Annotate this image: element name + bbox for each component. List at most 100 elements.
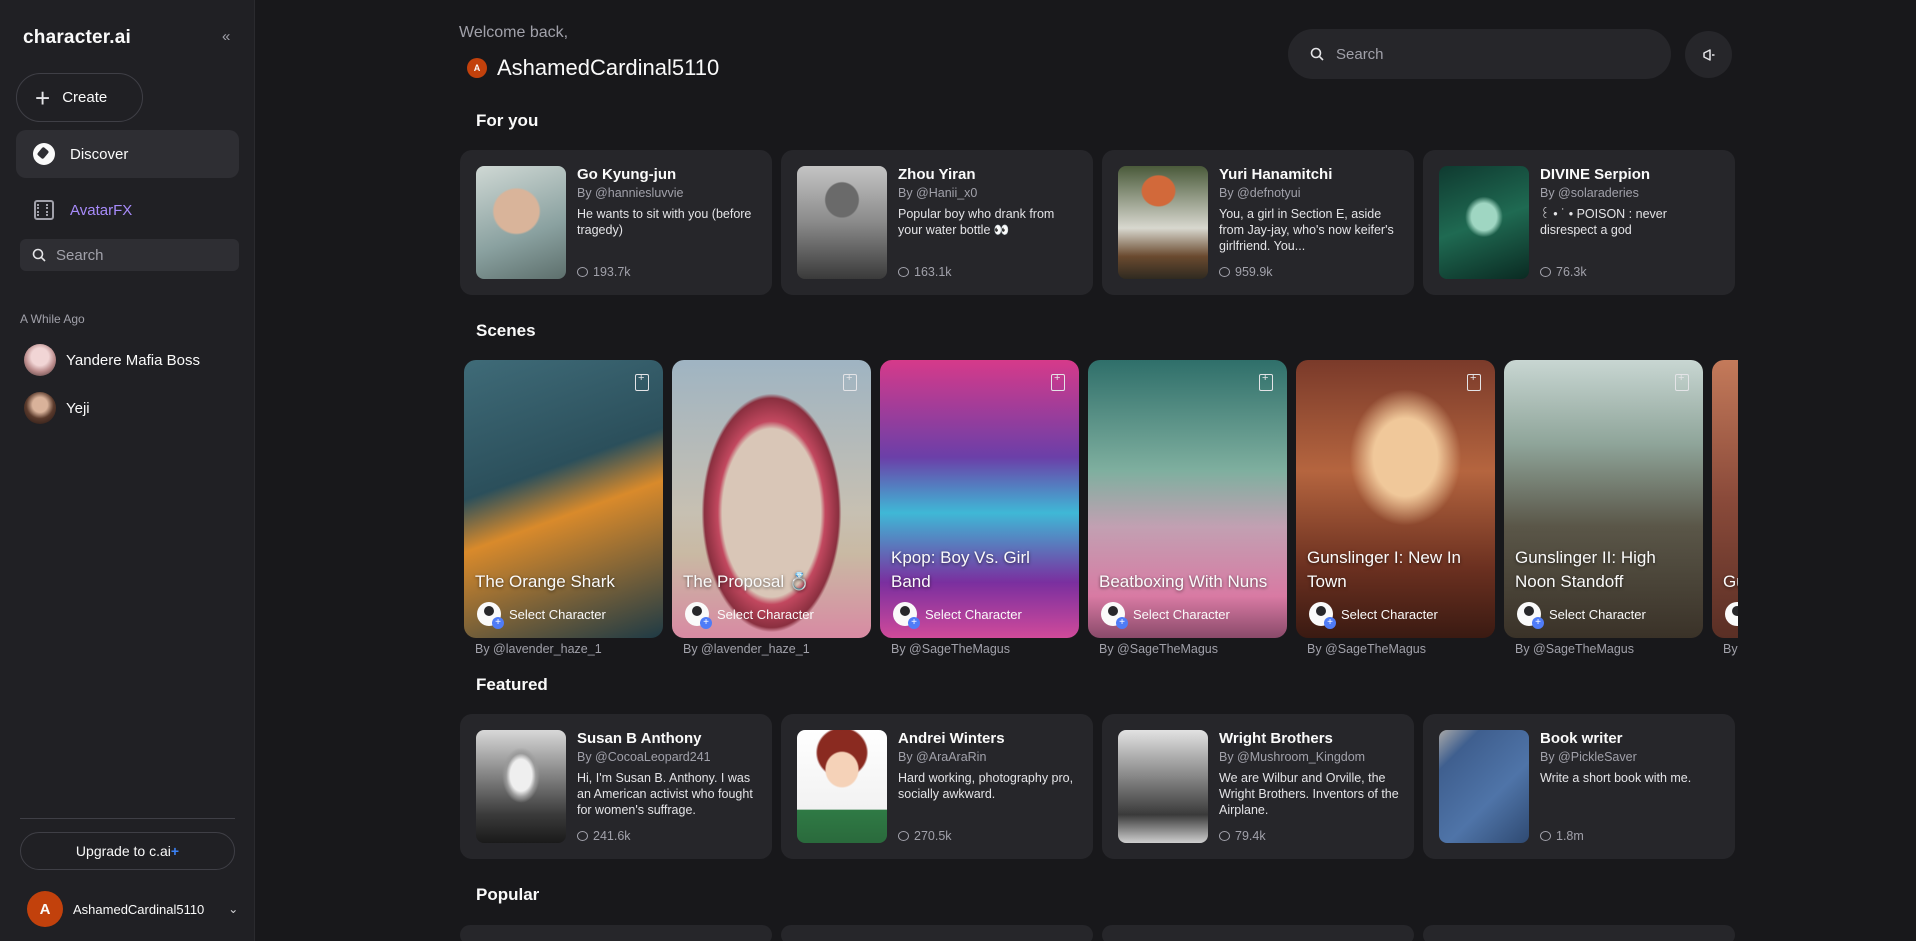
bookmark-add-icon[interactable] (1467, 372, 1481, 391)
upgrade-button[interactable]: Upgrade to c.ai + (20, 832, 235, 870)
select-character-button[interactable]: Select Character (1517, 602, 1646, 629)
scene-title: The Proposal 💍 (683, 572, 811, 591)
sidebar-search-input[interactable] (56, 246, 226, 264)
scene-card[interactable]: Gunslinger I: New In Town Select Charact… (1296, 360, 1495, 656)
select-character-button[interactable]: Select Character (477, 602, 606, 629)
scene-title: Gunslinger I: New In Town (1307, 548, 1462, 591)
character-author: By @CocoaLeopard241 (577, 750, 711, 764)
avatar: A (467, 58, 487, 78)
greeting-user: A AshamedCardinal5110 (467, 55, 719, 81)
section-title-scenes: Scenes (476, 321, 536, 340)
recent-chat-item[interactable]: Yeji (24, 392, 90, 424)
scene-image: Gu Ca (1712, 360, 1738, 638)
logo[interactable]: character.ai (23, 27, 131, 49)
character-avatar (797, 166, 887, 279)
chat-count: 959.9k (1219, 265, 1273, 279)
scene-title: Gu Ca (1723, 572, 1738, 591)
scene-card[interactable]: The Proposal 💍 Select Character By @lave… (672, 360, 871, 656)
chat-count: 193.7k (577, 265, 631, 279)
bookmark-add-icon[interactable] (843, 372, 857, 391)
chevrons-left-icon[interactable]: « (222, 28, 230, 45)
bookmark-add-icon[interactable] (1259, 372, 1273, 391)
section-title-featured: Featured (476, 675, 548, 694)
bookmark-add-icon[interactable] (1675, 372, 1689, 391)
character-description: ꒰ • ˙ • POISON : never disrespect a god (1540, 207, 1667, 237)
sidebar-search (20, 239, 239, 271)
divider (20, 818, 235, 819)
character-card[interactable]: Susan B Anthony By @CocoaLeopard241 Hi, … (460, 714, 772, 859)
character-card[interactable]: Andrei Winters By @AraAraRin Hard workin… (781, 714, 1093, 859)
bookmark-add-icon[interactable] (635, 372, 649, 391)
nav-avatarfx[interactable]: AvatarFX (16, 186, 239, 234)
recent-chat-name: Yeji (66, 399, 90, 417)
character-card[interactable] (1102, 925, 1414, 941)
search-icon (1310, 47, 1324, 61)
chat-bubble-icon (898, 831, 909, 841)
user-add-icon (893, 602, 920, 629)
scene-card[interactable]: The Orange Shark Select Character By @la… (464, 360, 663, 656)
select-character-label: Select Character (717, 606, 814, 622)
chat-count: 270.5k (898, 829, 952, 843)
character-card[interactable]: Wright Brothers By @Mushroom_Kingdom We … (1102, 714, 1414, 859)
character-card[interactable] (781, 925, 1093, 941)
user-add-icon (1309, 602, 1336, 629)
select-character-button[interactable] (1725, 602, 1738, 626)
character-name: Go Kyung-jun (577, 166, 677, 183)
character-name: Andrei Winters (898, 730, 1005, 747)
character-name: Book writer (1540, 730, 1623, 747)
scene-card[interactable]: Gunslinger II: High Noon Standoff Select… (1504, 360, 1703, 656)
scene-card[interactable]: Gu Ca By (1712, 360, 1738, 656)
select-character-button[interactable]: Select Character (685, 602, 814, 629)
character-avatar (1439, 730, 1529, 843)
chevron-down-icon: ⌄ (228, 902, 239, 916)
scene-card[interactable]: Kpop: Boy Vs. Girl Band Select Character… (880, 360, 1079, 656)
user-add-icon (1101, 602, 1128, 629)
popular-row (460, 925, 1735, 941)
select-character-button[interactable]: Select Character (1309, 602, 1438, 629)
scene-author: By @SageTheMagus (1307, 642, 1427, 656)
nav-avatarfx-label: AvatarFX (70, 201, 133, 219)
scene-author: By @lavender_haze_1 (683, 642, 810, 656)
chat-bubble-icon (1219, 267, 1230, 277)
upgrade-plus: + (170, 843, 180, 859)
character-card[interactable]: DIVINE Serpion By @solaraderies ꒰ • ˙ • … (1423, 150, 1735, 295)
character-name: Yuri Hanamitchi (1219, 166, 1333, 183)
character-description: Hi, I'm Susan B. Anthony. I was an Ameri… (577, 771, 753, 817)
character-description: He wants to sit with you (before tragedy… (577, 207, 752, 237)
page-title: AshamedCardinal5110 (497, 55, 720, 80)
create-button[interactable]: + Create (16, 73, 143, 122)
character-card[interactable]: Zhou Yiran By @Hanii_x0 Popular boy who … (781, 150, 1093, 295)
character-card[interactable] (460, 925, 772, 941)
scene-image: Kpop: Boy Vs. Girl Band Select Character (880, 360, 1079, 638)
user-add-icon (685, 602, 712, 629)
character-avatar (1439, 166, 1529, 279)
scene-image: Gunslinger II: High Noon Standoff Select… (1504, 360, 1703, 638)
bookmark-add-icon[interactable] (1051, 372, 1065, 391)
recent-chat-item[interactable]: Yandere Mafia Boss (24, 344, 200, 376)
character-card[interactable]: Yuri Hanamitchi By @defnotyui You, a gir… (1102, 150, 1414, 295)
scene-image: The Orange Shark Select Character (464, 360, 663, 638)
scene-card[interactable]: Beatboxing With Nuns Select Character By… (1088, 360, 1287, 656)
select-character-button[interactable]: Select Character (893, 602, 1022, 629)
main-search-input[interactable] (1336, 45, 1636, 63)
plus-icon: + (35, 82, 51, 113)
sidebar: character.ai « + Create Discover AvatarF… (0, 0, 255, 941)
chat-count-value: 163.1k (914, 265, 952, 279)
scene-author: By @lavender_haze_1 (475, 642, 602, 656)
scene-author: By (1723, 642, 1738, 656)
chat-count-value: 270.5k (914, 829, 952, 843)
chat-count-value: 79.4k (1235, 829, 1266, 843)
user-add-icon (1517, 602, 1544, 629)
nav-discover[interactable]: Discover (16, 130, 239, 178)
character-card[interactable]: Book writer By @PickleSaver Write a shor… (1423, 714, 1735, 859)
announcements-button[interactable] (1685, 31, 1732, 78)
select-character-button[interactable]: Select Character (1101, 602, 1230, 629)
character-author: By @hanniesluvvie (577, 186, 684, 200)
character-card[interactable] (1423, 925, 1735, 941)
account-menu[interactable]: A AshamedCardinal5110 ⌄ (27, 891, 238, 927)
scenes-carousel: The Orange Shark Select Character By @la… (464, 360, 1738, 660)
character-card[interactable]: Go Kyung-jun By @hanniesluvvie He wants … (460, 150, 772, 295)
character-name: Susan B Anthony (577, 730, 702, 747)
upgrade-label: Upgrade to c.ai (75, 843, 171, 859)
character-description: We are Wilbur and Orville, the Wright Br… (1219, 771, 1399, 817)
